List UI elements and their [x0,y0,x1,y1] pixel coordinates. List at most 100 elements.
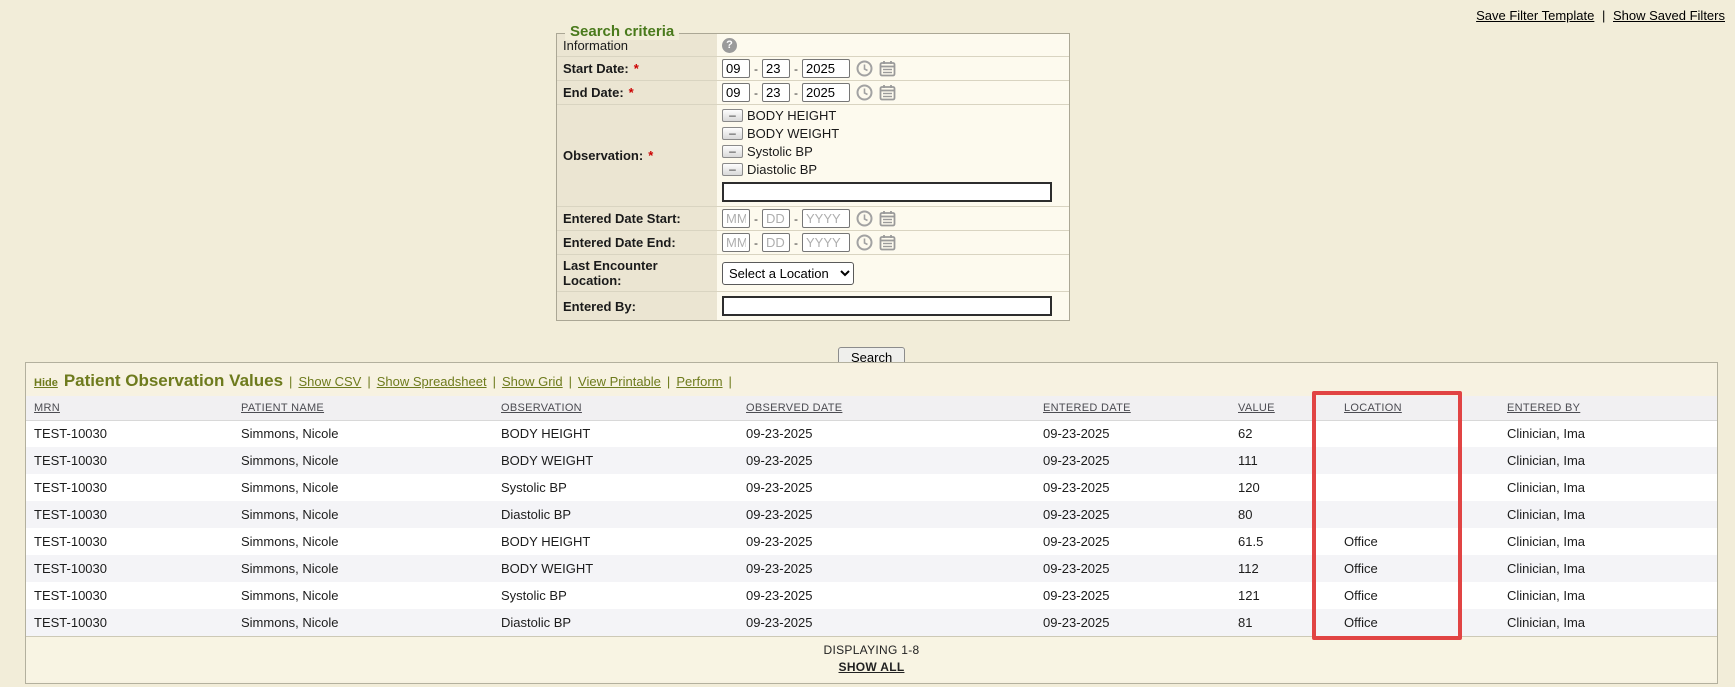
table-header-row: MRN PATIENT NAME OBSERVATION OBSERVED DA… [26,396,1717,420]
entered-date-start-day-input[interactable] [762,209,790,228]
cell-observation: Systolic BP [494,474,739,501]
cell-observed-date: 09-23-2025 [739,501,1011,528]
help-icon[interactable]: ? [722,38,737,53]
cell-entered-by: Clinician, Ima [1463,474,1717,501]
cell-mrn: TEST-10030 [26,555,234,582]
start-date-label: Start Date:* [557,57,717,80]
remove-observation-button[interactable]: – [722,163,743,176]
show-spreadsheet-link[interactable]: Show Spreadsheet [377,374,487,389]
required-asterisk: * [648,148,653,163]
cell-entered-by: Clinician, Ima [1463,501,1717,528]
cell-mrn: TEST-10030 [26,528,234,555]
save-filter-template-link[interactable]: Save Filter Template [1476,8,1594,23]
show-grid-link[interactable]: Show Grid [502,374,563,389]
end-date-year-input[interactable] [802,83,850,102]
cell-value: 121 [1226,582,1316,609]
show-saved-filters-link[interactable]: Show Saved Filters [1613,8,1725,23]
cell-mrn: TEST-10030 [26,447,234,474]
cell-observed-date: 09-23-2025 [739,609,1011,636]
calendar-icon[interactable] [879,84,896,101]
sort-header-value[interactable]: VALUE [1238,402,1275,414]
sort-header-entered-by[interactable]: ENTERED BY [1507,402,1580,414]
entered-date-start-label: Entered Date Start: [557,207,717,230]
calendar-icon[interactable] [879,60,896,77]
sort-header-location[interactable]: LOCATION [1344,402,1402,414]
calendar-icon[interactable] [879,234,896,251]
calendar-icon[interactable] [879,210,896,227]
cell-observation: BODY HEIGHT [494,528,739,555]
view-printable-link[interactable]: View Printable [578,374,661,389]
cell-patient-name: Simmons, Nicole [234,609,494,636]
clock-icon[interactable] [856,234,873,251]
entered-date-end-month-input[interactable] [722,233,750,252]
entered-by-input[interactable] [722,296,1052,316]
clock-icon[interactable] [856,60,873,77]
start-date-year-input[interactable] [802,59,850,78]
cell-patient-name: Simmons, Nicole [234,420,494,447]
entered-date-end-label: Entered Date End: [557,231,717,254]
cell-observation: BODY WEIGHT [494,555,739,582]
observation-search-input[interactable] [722,182,1052,202]
observation-item-label: Diastolic BP [747,162,817,177]
date-dash: - [754,236,758,250]
observation-selected-item: – Systolic BP [722,143,1064,160]
location-select[interactable]: Select a Location [722,262,854,285]
cell-value: 111 [1226,447,1316,474]
cell-observed-date: 09-23-2025 [739,528,1011,555]
start-date-month-input[interactable] [722,59,750,78]
observation-selected-item: – BODY HEIGHT [722,107,1064,124]
remove-observation-button[interactable]: – [722,127,743,140]
sort-header-observation[interactable]: OBSERVATION [501,402,582,414]
cell-mrn: TEST-10030 [26,582,234,609]
cell-entered-by: Clinician, Ima [1463,447,1717,474]
end-date-month-input[interactable] [722,83,750,102]
cell-patient-name: Simmons, Nicole [234,582,494,609]
sort-header-entered-date[interactable]: ENTERED DATE [1043,402,1131,414]
end-date-row: End Date:* - - [557,81,1069,105]
table-footer: DISPLAYING 1-8 SHOW ALL [26,636,1717,681]
table-row: TEST-10030 Simmons, Nicole Systolic BP 0… [26,474,1717,501]
observation-label: Observation:* [557,105,717,206]
start-date-day-input[interactable] [762,59,790,78]
hide-results-link[interactable]: Hide [34,377,58,389]
cell-entered-date: 09-23-2025 [1011,555,1226,582]
entered-date-end-day-input[interactable] [762,233,790,252]
title-separator: | [493,374,496,389]
cell-location [1316,447,1463,474]
entered-date-end-row: Entered Date End: - - [557,231,1069,255]
date-dash: - [754,212,758,226]
cell-observation: Diastolic BP [494,609,739,636]
observation-row: Observation:* – BODY HEIGHT – BODY WEIGH… [557,105,1069,207]
cell-entered-date: 09-23-2025 [1011,582,1226,609]
cell-entered-date: 09-23-2025 [1011,447,1226,474]
remove-observation-button[interactable]: – [722,145,743,158]
cell-entered-date: 09-23-2025 [1011,501,1226,528]
last-encounter-location-row: Last EncounterLocation: Select a Locatio… [557,255,1069,292]
observation-item-label: BODY WEIGHT [747,126,839,141]
table-row: TEST-10030 Simmons, Nicole BODY HEIGHT 0… [26,420,1717,447]
observation-table: MRN PATIENT NAME OBSERVATION OBSERVED DA… [26,396,1717,636]
end-date-day-input[interactable] [762,83,790,102]
clock-icon[interactable] [856,210,873,227]
cell-entered-date: 09-23-2025 [1011,474,1226,501]
cell-observed-date: 09-23-2025 [739,582,1011,609]
sort-header-mrn[interactable]: MRN [34,402,60,414]
title-separator: | [729,374,732,389]
perform-link[interactable]: Perform [676,374,722,389]
sort-header-observed-date[interactable]: OBSERVED DATE [746,402,842,414]
date-dash: - [794,62,798,76]
cell-observation: BODY WEIGHT [494,447,739,474]
table-row: TEST-10030 Simmons, Nicole Systolic BP 0… [26,582,1717,609]
entered-date-end-year-input[interactable] [802,233,850,252]
title-separator: | [569,374,572,389]
clock-icon[interactable] [856,84,873,101]
entered-date-start-month-input[interactable] [722,209,750,228]
show-all-link[interactable]: SHOW ALL [839,660,905,674]
cell-value: 62 [1226,420,1316,447]
results-title: Patient Observation Values [64,371,283,391]
search-criteria-legend: Search criteria [565,23,679,40]
entered-date-start-year-input[interactable] [802,209,850,228]
sort-header-patient-name[interactable]: PATIENT NAME [241,402,324,414]
remove-observation-button[interactable]: – [722,109,743,122]
show-csv-link[interactable]: Show CSV [298,374,361,389]
